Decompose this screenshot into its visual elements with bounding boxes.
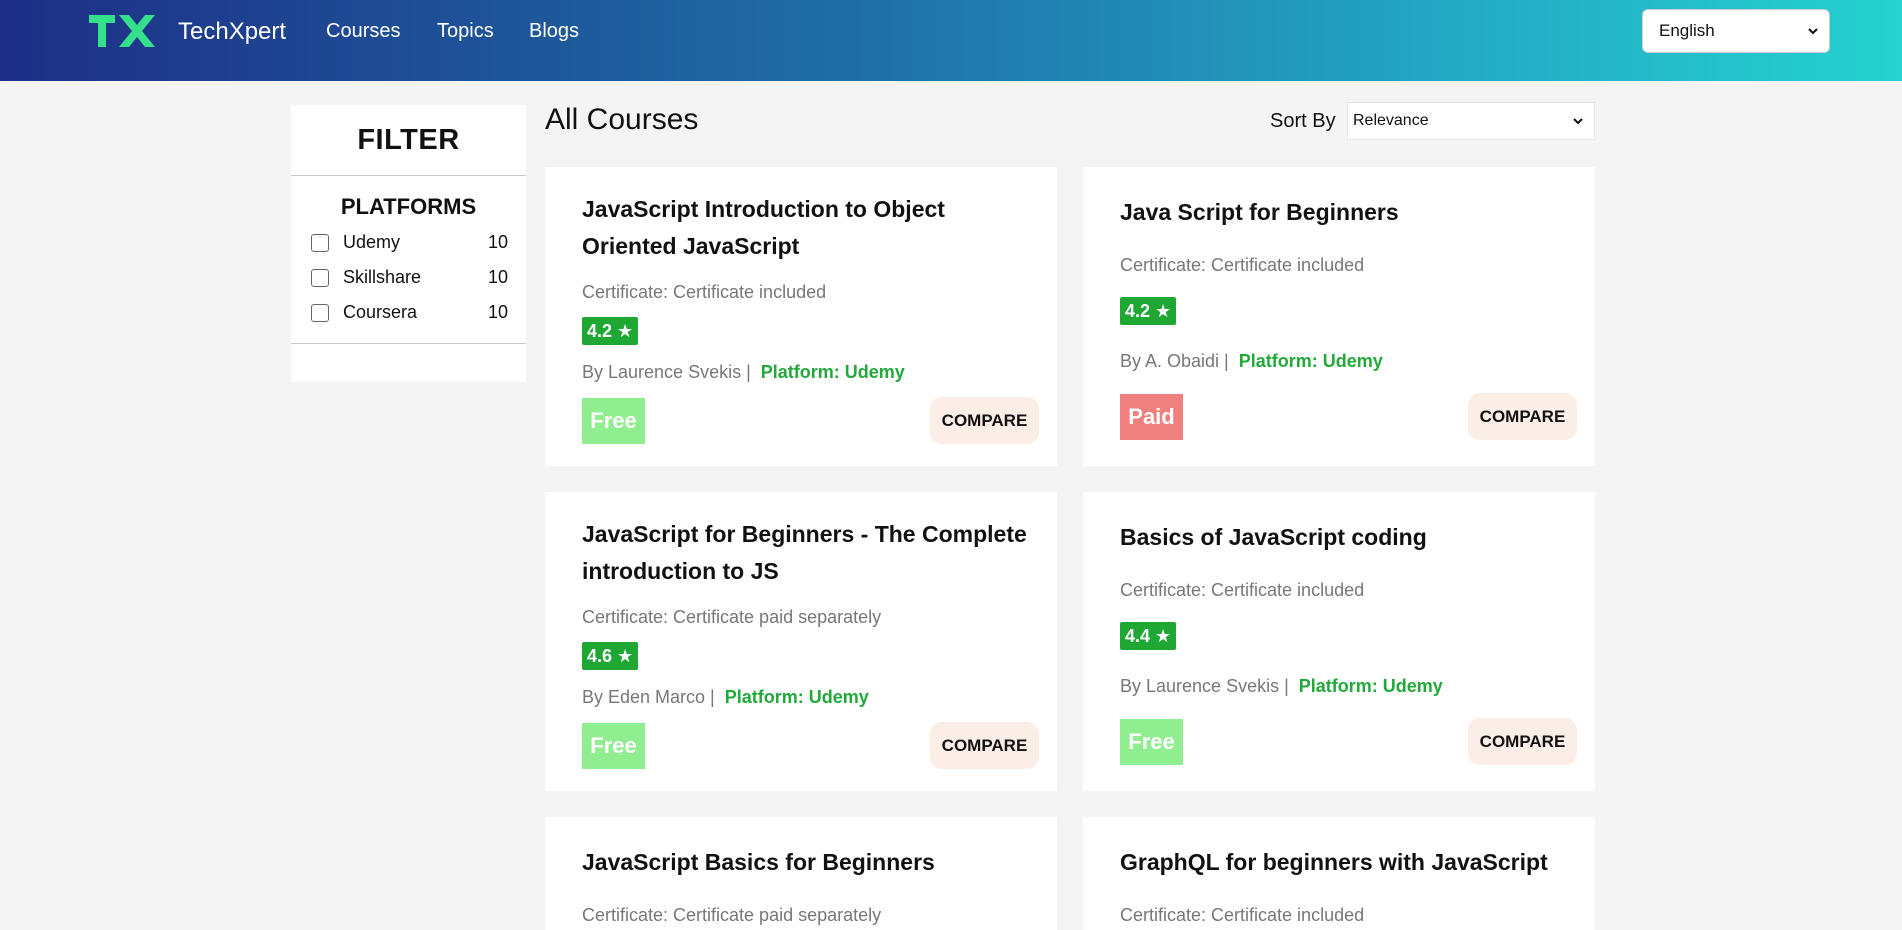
course-certificate: Certificate: Certificate included: [1120, 255, 1365, 275]
filter-panel: FILTER PLATFORMS Udemy 10 Skillshare 10 …: [291, 105, 526, 382]
compare-button[interactable]: COMPARE: [1468, 393, 1577, 440]
course-title[interactable]: JavaScript Basics for Beginners: [582, 844, 1032, 881]
platform-count: 10: [487, 267, 508, 287]
udemy-checkbox[interactable]: [311, 233, 329, 252]
course-title[interactable]: Basics of JavaScript coding: [1120, 519, 1570, 556]
language-value: English: [1659, 21, 1715, 40]
course-card: GraphQL for beginners with JavaScript Ce…: [1083, 817, 1595, 930]
platform-count: 10: [487, 232, 508, 252]
compare-button[interactable]: COMPARE: [930, 722, 1039, 769]
course-platform: Platform: Udemy: [1238, 351, 1383, 371]
platform-label: Skillshare: [343, 267, 422, 287]
filter-title: FILTER: [291, 105, 526, 176]
page-title: All Courses: [545, 103, 699, 136]
platform-label: Coursera: [343, 302, 418, 322]
filter-divider: [291, 343, 526, 344]
sort-select[interactable]: Relevance: [1347, 102, 1595, 140]
compare-button[interactable]: COMPARE: [930, 397, 1039, 444]
compare-button[interactable]: COMPARE: [1468, 718, 1577, 765]
rating-badge: 4.2 ★: [582, 317, 639, 345]
course-certificate: Certificate: Certificate paid separately: [582, 607, 882, 627]
price-badge: Free: [1120, 719, 1183, 765]
platform-filter-skillshare[interactable]: Skillshare 10: [291, 260, 526, 295]
course-platform: Platform: Udemy: [1298, 676, 1443, 696]
course-byline: By A. Obaidi | Platform: Udemy: [1120, 351, 1383, 372]
platforms-title: PLATFORMS: [340, 194, 477, 219]
top-navbar: TechXpert Courses Topics Blogs English: [0, 0, 1902, 81]
course-certificate: Certificate: Certificate included: [582, 282, 827, 302]
course-byline: By Laurence Svekis | Platform: Udemy: [1120, 676, 1443, 697]
chevron-down-icon: [1573, 118, 1583, 125]
course-platform: Platform: Udemy: [724, 687, 869, 707]
chevron-down-icon: [1808, 28, 1818, 35]
price-badge: Free: [582, 398, 645, 444]
techxpert-logo-icon[interactable]: [89, 15, 155, 47]
course-card: Java Script for Beginners Certificate: C…: [1083, 167, 1595, 466]
platform-filter-udemy[interactable]: Udemy 10: [291, 225, 526, 260]
rating-badge: 4.2 ★: [1120, 297, 1177, 325]
course-author: By A. Obaidi |: [1120, 351, 1229, 371]
rating-badge: 4.4 ★: [1120, 622, 1177, 650]
sort-value: Relevance: [1353, 112, 1429, 129]
nav-topics[interactable]: Topics: [437, 20, 494, 43]
course-author: By Laurence Svekis |: [582, 362, 751, 382]
course-title[interactable]: Java Script for Beginners: [1120, 194, 1570, 231]
language-select[interactable]: English: [1642, 9, 1830, 53]
course-certificate: Certificate: Certificate included: [1120, 580, 1365, 600]
skillshare-checkbox[interactable]: [311, 268, 329, 287]
course-certificate: Certificate: Certificate paid separately: [582, 905, 882, 925]
course-platform: Platform: Udemy: [760, 362, 905, 382]
brand-name[interactable]: TechXpert: [178, 18, 286, 46]
coursera-checkbox[interactable]: [311, 303, 329, 322]
course-card: Basics of JavaScript coding Certificate:…: [1083, 492, 1595, 791]
course-card: JavaScript Introduction to Object Orient…: [545, 167, 1057, 466]
course-title[interactable]: GraphQL for beginners with JavaScript: [1120, 844, 1570, 881]
nav-blogs[interactable]: Blogs: [529, 20, 579, 43]
course-card: JavaScript Basics for Beginners Certific…: [545, 817, 1057, 930]
course-author: By Laurence Svekis |: [1120, 676, 1289, 696]
course-byline: By Eden Marco | Platform: Udemy: [582, 687, 869, 708]
course-title[interactable]: JavaScript for Beginners - The Complete …: [582, 516, 1032, 590]
course-author: By Eden Marco |: [582, 687, 715, 707]
platform-label: Udemy: [343, 232, 401, 252]
platform-filter-coursera[interactable]: Coursera 10: [291, 295, 526, 330]
course-card: JavaScript for Beginners - The Complete …: [545, 492, 1057, 791]
platform-count: 10: [487, 302, 508, 322]
price-badge: Free: [582, 723, 645, 769]
rating-badge: 4.6 ★: [582, 642, 639, 670]
course-title[interactable]: JavaScript Introduction to Object Orient…: [582, 191, 1032, 265]
course-certificate: Certificate: Certificate included: [1120, 905, 1365, 925]
course-byline: By Laurence Svekis | Platform: Udemy: [582, 362, 905, 383]
nav-courses[interactable]: Courses: [326, 20, 400, 43]
price-badge: Paid: [1120, 394, 1183, 440]
sort-label: Sort By: [1270, 110, 1336, 132]
